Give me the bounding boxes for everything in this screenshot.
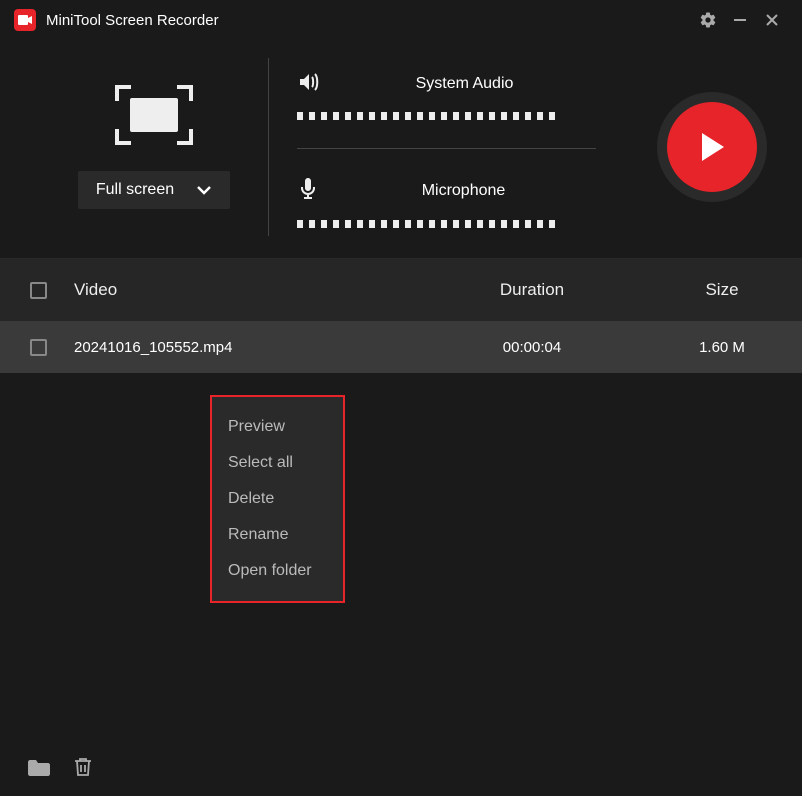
menu-preview[interactable]: Preview xyxy=(212,409,343,445)
close-icon xyxy=(765,13,779,27)
row-checkbox[interactable] xyxy=(30,339,47,356)
trash-icon xyxy=(74,757,92,777)
open-folder-button[interactable] xyxy=(28,758,50,781)
recordings-table-header: Video Duration Size xyxy=(0,259,802,321)
row-filename: 20241016_105552.mp4 xyxy=(74,339,422,356)
empty-area xyxy=(0,373,802,742)
bottom-toolbar xyxy=(0,742,802,796)
col-header-video: Video xyxy=(74,280,422,300)
select-all-checkbox[interactable] xyxy=(30,282,47,299)
col-header-size: Size xyxy=(642,280,802,300)
menu-open-folder[interactable]: Open folder xyxy=(212,553,343,589)
settings-button[interactable] xyxy=(692,4,724,36)
microphone-icon xyxy=(297,177,319,206)
folder-icon xyxy=(28,758,50,776)
capture-mode-label: Full screen xyxy=(96,181,174,199)
chevron-down-icon xyxy=(196,185,212,195)
minimize-icon xyxy=(733,13,747,27)
menu-rename[interactable]: Rename xyxy=(212,517,343,553)
menu-select-all[interactable]: Select all xyxy=(212,445,343,481)
capture-area-icon[interactable] xyxy=(115,85,193,145)
menu-delete[interactable]: Delete xyxy=(212,481,343,517)
app-logo-icon xyxy=(14,9,36,31)
system-audio-label: System Audio xyxy=(333,75,596,93)
system-audio-control[interactable]: System Audio xyxy=(297,71,596,120)
microphone-control[interactable]: Microphone xyxy=(297,177,596,228)
speaker-icon xyxy=(297,71,321,98)
record-button[interactable] xyxy=(667,102,757,192)
microphone-label: Microphone xyxy=(331,182,596,200)
divider xyxy=(268,58,269,236)
table-row[interactable]: 20241016_105552.mp4 00:00:04 1.60 M xyxy=(0,321,802,373)
delete-button[interactable] xyxy=(74,757,92,782)
titlebar: MiniTool Screen Recorder xyxy=(0,0,802,40)
row-duration: 00:00:04 xyxy=(422,339,642,356)
minimize-button[interactable] xyxy=(724,4,756,36)
row-size: 1.60 M xyxy=(642,339,802,356)
play-icon xyxy=(698,131,726,163)
context-menu: Preview Select all Delete Rename Open fo… xyxy=(210,395,345,603)
capture-mode-dropdown[interactable]: Full screen xyxy=(78,171,230,209)
divider xyxy=(297,148,596,149)
recording-controls: Full screen System Audio xyxy=(0,40,802,259)
col-header-duration: Duration xyxy=(422,280,642,300)
system-audio-level xyxy=(297,112,596,120)
gear-icon xyxy=(699,11,717,29)
app-title: MiniTool Screen Recorder xyxy=(46,12,692,29)
microphone-level xyxy=(297,220,596,228)
close-button[interactable] xyxy=(756,4,788,36)
